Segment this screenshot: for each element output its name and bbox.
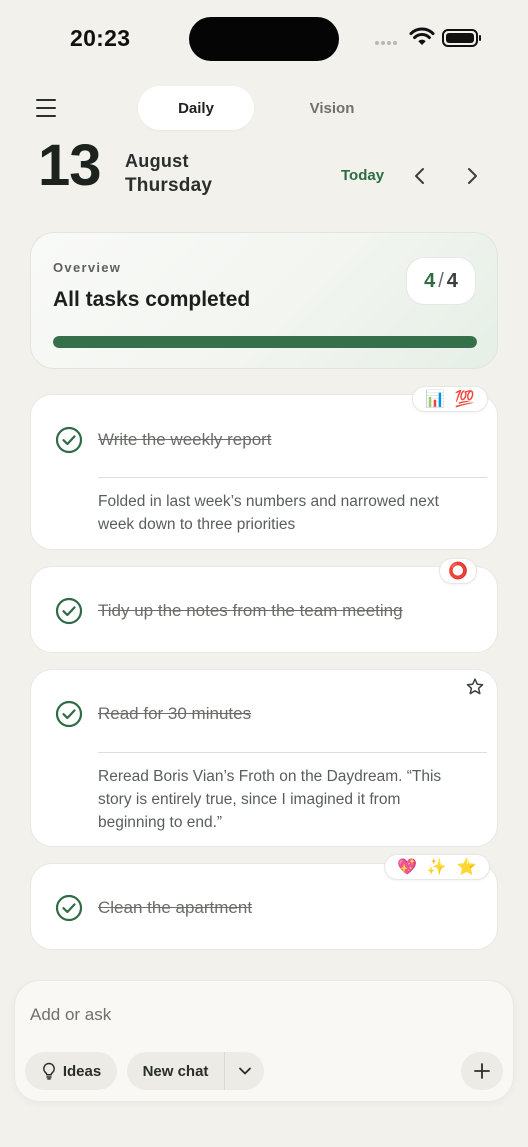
weekday-label: Thursday	[125, 175, 213, 196]
composer-input[interactable]: Add or ask	[30, 1005, 111, 1025]
tab-daily[interactable]: Daily	[138, 86, 254, 130]
check-circle-icon[interactable]	[55, 597, 83, 625]
chevron-down-icon	[239, 1067, 251, 1075]
chevron-left-icon[interactable]	[410, 165, 430, 187]
task-divider	[98, 752, 487, 753]
star-outline-icon[interactable]	[465, 677, 485, 697]
star-emoji-icon: ⭐	[456, 859, 477, 876]
chart-emoji-icon: 📊	[425, 391, 445, 408]
view-tabs: Daily Vision	[138, 86, 390, 130]
sparkles-emoji-icon: ✨	[426, 859, 447, 876]
task-card[interactable]: Read for 30 minutes Reread Boris Vian’s …	[30, 669, 498, 847]
task-title[interactable]: Read for 30 minutes	[98, 704, 251, 724]
task-card[interactable]: Write the weekly report Folded in last w…	[30, 386, 498, 550]
task-note: Folded in last week’s numbers and narrow…	[98, 493, 439, 533]
tab-vision[interactable]: Vision	[274, 86, 390, 130]
task-card[interactable]: Clean the apartment 💖 ✨ ⭐	[30, 854, 498, 950]
plus-icon	[474, 1063, 490, 1079]
total-count: 4	[446, 269, 458, 292]
task-divider	[98, 477, 487, 478]
circle-emoji-icon: ⭕	[448, 563, 468, 580]
cellular-signal-icon	[375, 41, 397, 45]
emoji-reactions[interactable]: 📊 💯	[412, 386, 488, 412]
new-chat-dropdown[interactable]	[226, 1052, 264, 1090]
new-chat-group: New chat	[127, 1052, 264, 1090]
task-title[interactable]: Clean the apartment	[98, 898, 252, 918]
sparkling-heart-emoji-icon: 💖	[397, 859, 417, 876]
clock-time: 20:23	[70, 25, 131, 51]
progress-fill	[53, 336, 477, 348]
month-label: August	[125, 151, 189, 171]
menu-icon[interactable]	[36, 98, 56, 118]
check-circle-icon[interactable]	[55, 894, 83, 922]
emoji-reactions[interactable]: 💖 ✨ ⭐	[384, 854, 490, 880]
task-title[interactable]: Write the weekly report	[98, 430, 272, 450]
day-number: 13	[38, 133, 102, 198]
chevron-right-icon[interactable]	[462, 165, 482, 187]
hundred-emoji-icon: 💯	[454, 391, 475, 408]
overview-title: All tasks completed	[53, 288, 251, 311]
progress-bar	[53, 336, 477, 348]
count-separator: /	[438, 269, 444, 292]
composer: Add or ask Ideas New chat	[14, 980, 514, 1102]
status-bar: 20:23	[0, 0, 528, 78]
check-circle-icon[interactable]	[55, 700, 83, 728]
wifi-icon	[409, 27, 435, 45]
ideas-label: Ideas	[62, 1062, 102, 1080]
lightbulb-icon	[42, 1062, 55, 1080]
task-title[interactable]: Tidy up the notes from the team meeting	[98, 601, 403, 621]
ideas-button[interactable]: Ideas	[25, 1052, 117, 1090]
check-circle-icon[interactable]	[55, 426, 83, 454]
battery-icon	[442, 29, 481, 47]
overview-card: Overview All tasks completed 4 / 4	[30, 232, 498, 369]
task-note: Reread Boris Vian’s Froth on the Daydrea…	[98, 768, 442, 831]
dynamic-island	[189, 17, 339, 61]
new-chat-button[interactable]: New chat	[127, 1052, 225, 1090]
add-button[interactable]	[461, 1052, 503, 1090]
overview-label: Overview	[53, 260, 122, 275]
task-card[interactable]: Tidy up the notes from the team meeting …	[30, 558, 498, 653]
today-button[interactable]: Today	[341, 167, 384, 184]
completed-count: 4	[424, 269, 436, 292]
task-count-badge: 4 / 4	[406, 257, 476, 305]
emoji-reactions[interactable]: ⭕	[439, 558, 477, 584]
